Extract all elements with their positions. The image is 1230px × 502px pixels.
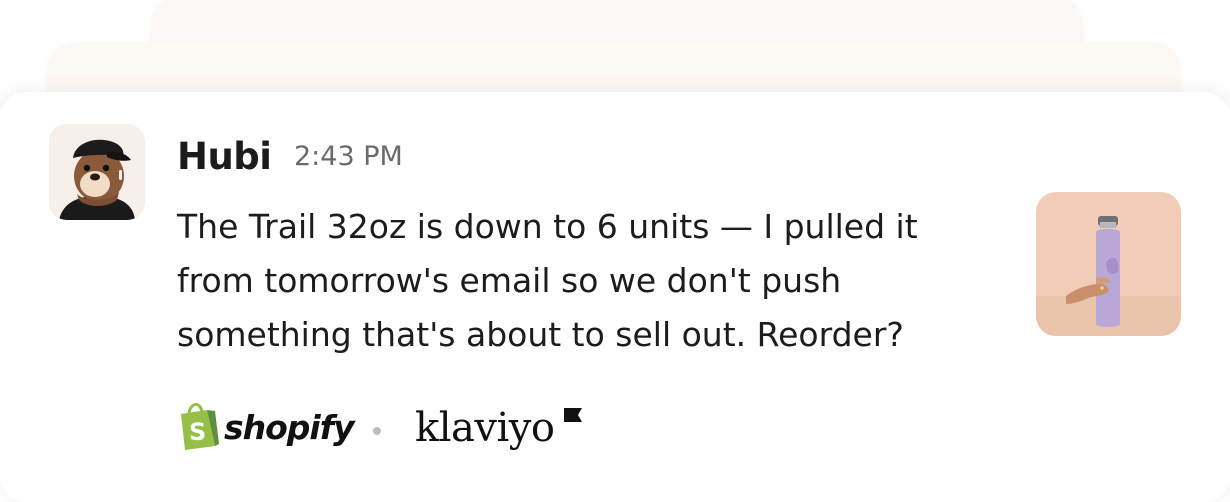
shopify-logo-text: shopify [224, 408, 355, 447]
integrations-row: S shopify klaviyo [177, 402, 597, 458]
message-body: The Trail 32oz is down to 6 units — I pu… [177, 200, 1007, 362]
message-line: The Trail 32oz is down to 6 units — I pu… [177, 207, 918, 246]
message-timestamp[interactable]: 2:43 PM [294, 140, 403, 174]
product-image-attachment[interactable] [1036, 192, 1181, 336]
shopify-bag-icon: S [181, 402, 219, 450]
message-author[interactable]: Hubi [177, 135, 272, 179]
separator-dot [373, 427, 381, 435]
klaviyo-logo-text: klaviyo [415, 405, 555, 451]
otter-avatar-icon [49, 124, 145, 220]
klaviyo-flag-icon [564, 408, 582, 422]
svg-text:S: S [189, 418, 206, 446]
message-line: from tomorrow's email so we don't push [177, 261, 842, 300]
avatar[interactable] [49, 124, 145, 220]
message-line: something that's about to sell out. Reor… [177, 315, 904, 354]
water-bottle-product-icon [1036, 192, 1181, 336]
